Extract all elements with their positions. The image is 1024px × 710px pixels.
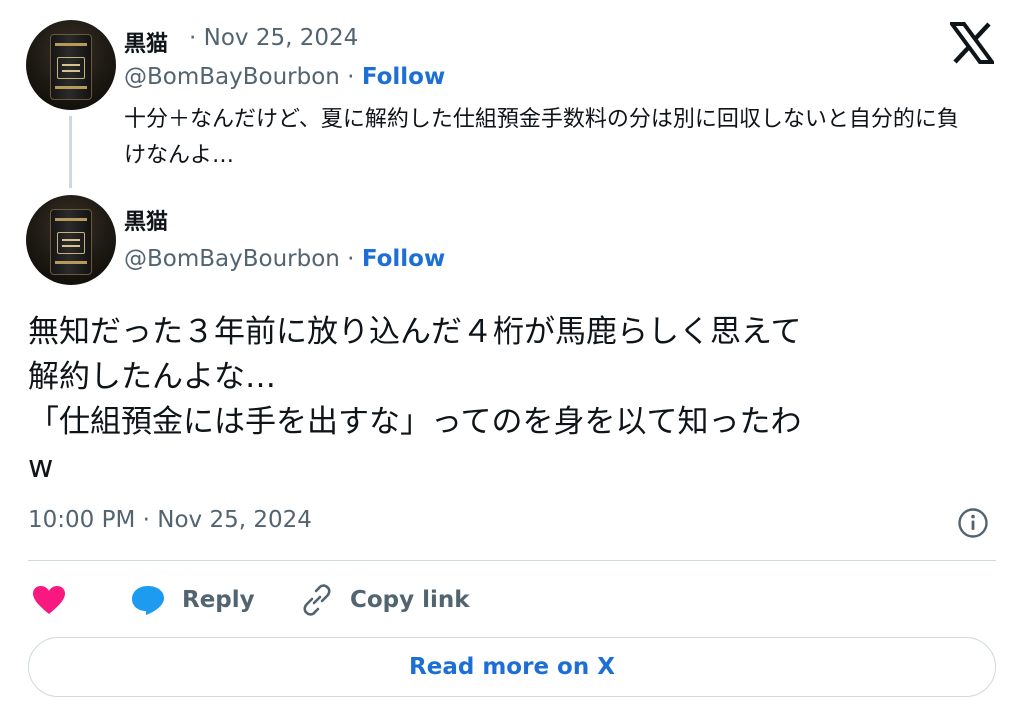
main-tweet-text: 無知だった３年前に放り込んだ４桁が馬鹿らしく思えて 解約したんよな… 「仕組預金… [28,314,802,485]
main-author-name[interactable]: 黒猫 [124,204,168,236]
thread-connector-line [69,116,72,188]
divider [28,560,996,561]
heart-icon [33,586,65,614]
avatar[interactable] [26,20,116,110]
reply-label: Reply [182,587,255,613]
read-more-button[interactable]: Read more on X [28,637,996,697]
separator-dot: · [339,246,362,272]
tweet-timestamp[interactable]: 10:00 PM · Nov 25, 2024 [28,507,312,533]
reply-follow-link[interactable]: Follow [362,64,445,90]
x-logo-icon[interactable] [950,22,994,64]
reply-button[interactable]: Reply [130,580,255,620]
info-icon[interactable] [957,507,989,539]
main-handle[interactable]: @BomBayBourbon [124,246,340,272]
speech-bubble-icon [132,586,164,615]
main-handle-row: @BomBayBourbon · Follow [124,246,445,272]
separator-dot: · [339,64,362,90]
link-icon [303,584,331,616]
reply-handle-row: @BomBayBourbon · Follow [124,64,445,90]
like-button[interactable] [32,580,66,620]
main-follow-link[interactable]: Follow [362,246,445,272]
avatar[interactable] [26,195,116,285]
reply-date[interactable]: · Nov 25, 2024 [189,25,358,51]
reply-tweet-text: 十分＋なんだけど、夏に解約した仕組預金手数料の分は別に回収しないと自分的に負けな… [124,107,959,168]
reply-author-name[interactable]: 黒猫 [124,26,168,58]
reply-handle[interactable]: @BomBayBourbon [124,64,340,90]
copy-link-label: Copy link [350,587,470,613]
copy-link-button[interactable]: Copy link [300,580,470,620]
